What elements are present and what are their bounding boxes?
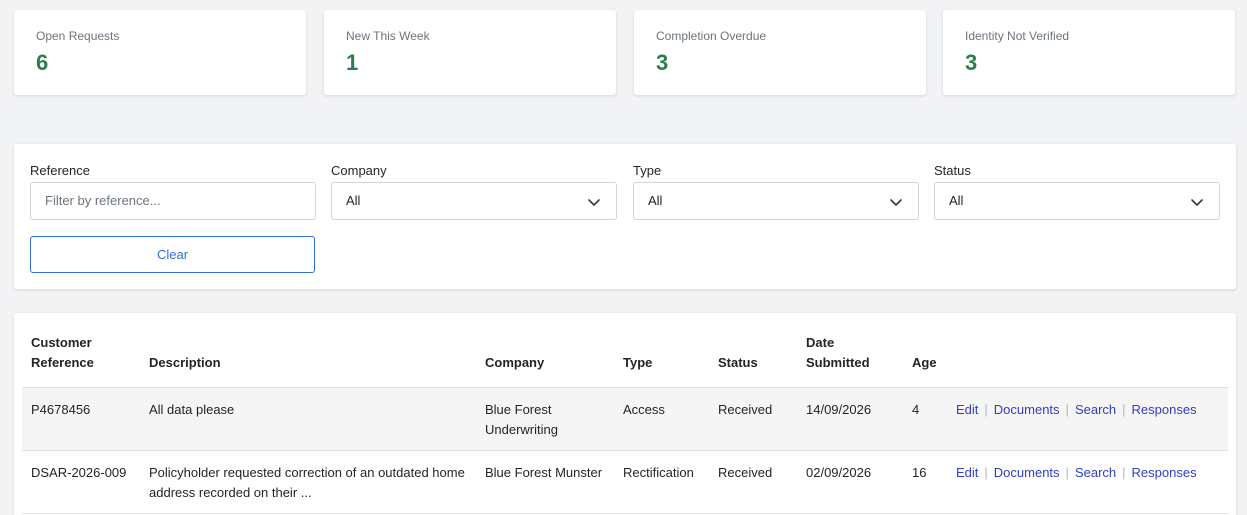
status-filter-value: All bbox=[949, 193, 964, 208]
table-row[interactable]: P4678456 All data please Blue Forest Und… bbox=[22, 387, 1228, 451]
stat-card-open-requests: Open Requests 6 bbox=[14, 10, 306, 95]
action-separator: | bbox=[1065, 465, 1069, 480]
responses-link[interactable]: Responses bbox=[1132, 402, 1197, 417]
cell-actions: Edit | Documents | Search | Responses bbox=[947, 450, 1228, 514]
cell-status: Received bbox=[709, 387, 797, 451]
cell-company: Blue Forest Munster bbox=[476, 450, 614, 514]
type-filter-select[interactable]: All bbox=[633, 182, 919, 220]
action-separator: | bbox=[984, 465, 988, 480]
column-header-age[interactable]: Age bbox=[903, 325, 947, 388]
type-filter-value: All bbox=[648, 193, 663, 208]
column-header-actions bbox=[947, 325, 1228, 388]
stat-card-completion-overdue: Completion Overdue 3 bbox=[634, 10, 926, 95]
cell-status: Received bbox=[709, 450, 797, 514]
status-filter-label: Status bbox=[934, 163, 971, 178]
cell-date-submitted: 14/09/2026 bbox=[797, 387, 903, 451]
chevron-down-icon bbox=[588, 199, 600, 206]
column-header-company[interactable]: Company bbox=[476, 325, 614, 388]
company-filter-label: Company bbox=[331, 163, 387, 178]
stat-label: New This Week bbox=[346, 29, 430, 43]
chevron-down-icon bbox=[890, 199, 902, 206]
edit-link[interactable]: Edit bbox=[956, 402, 978, 417]
requests-table: Customer Reference Description Company Ty… bbox=[22, 325, 1228, 514]
documents-link[interactable]: Documents bbox=[994, 465, 1060, 480]
documents-link[interactable]: Documents bbox=[994, 402, 1060, 417]
cell-description: Policyholder requested correction of an … bbox=[140, 450, 476, 514]
responses-link[interactable]: Responses bbox=[1132, 465, 1197, 480]
stat-value: 6 bbox=[36, 50, 49, 75]
stat-card-new-this-week: New This Week 1 bbox=[324, 10, 616, 95]
cell-reference: DSAR-2026-009 bbox=[22, 450, 140, 514]
stat-label: Identity Not Verified bbox=[965, 29, 1070, 43]
column-header-status[interactable]: Status bbox=[709, 325, 797, 388]
stat-value: 1 bbox=[346, 50, 359, 75]
company-filter-value: All bbox=[346, 193, 361, 208]
action-separator: | bbox=[1122, 402, 1126, 417]
reference-filter-label: Reference bbox=[30, 163, 90, 178]
stat-label: Open Requests bbox=[36, 29, 120, 43]
search-link[interactable]: Search bbox=[1075, 465, 1116, 480]
chevron-down-icon bbox=[1191, 199, 1203, 206]
stat-value: 3 bbox=[965, 50, 978, 75]
cell-type: Access bbox=[614, 387, 709, 451]
stat-card-identity-not-verified: Identity Not Verified 3 bbox=[943, 10, 1235, 95]
column-header-customer-reference[interactable]: Customer Reference bbox=[22, 325, 140, 388]
action-separator: | bbox=[1122, 465, 1126, 480]
cell-type: Rectification bbox=[614, 450, 709, 514]
cell-description: All data please bbox=[140, 387, 476, 451]
reference-filter-input[interactable] bbox=[45, 183, 301, 218]
status-filter-select[interactable]: All bbox=[934, 182, 1220, 220]
action-separator: | bbox=[1065, 402, 1069, 417]
cell-company: Blue Forest Underwriting bbox=[476, 387, 614, 451]
cell-actions: Edit | Documents | Search | Responses bbox=[947, 387, 1228, 451]
cell-reference: P4678456 bbox=[22, 387, 140, 451]
filter-panel: Reference Company All Type All Status Al… bbox=[14, 144, 1236, 289]
edit-link[interactable]: Edit bbox=[956, 465, 978, 480]
company-filter-select[interactable]: All bbox=[331, 182, 617, 220]
column-header-description[interactable]: Description bbox=[140, 325, 476, 388]
table-row[interactable]: DSAR-2026-009 Policyholder requested cor… bbox=[22, 450, 1228, 514]
column-header-type[interactable]: Type bbox=[614, 325, 709, 388]
cell-date-submitted: 02/09/2026 bbox=[797, 450, 903, 514]
column-header-date-submitted[interactable]: Date Submitted bbox=[797, 325, 903, 388]
clear-filters-button[interactable]: Clear bbox=[30, 236, 315, 273]
action-separator: | bbox=[984, 402, 988, 417]
cell-age: 4 bbox=[903, 387, 947, 451]
stat-label: Completion Overdue bbox=[656, 29, 767, 43]
search-link[interactable]: Search bbox=[1075, 402, 1116, 417]
stat-value: 3 bbox=[656, 50, 669, 75]
reference-filter-box bbox=[30, 182, 316, 220]
type-filter-label: Type bbox=[633, 163, 662, 178]
requests-table-card: Customer Reference Description Company Ty… bbox=[14, 313, 1236, 515]
cell-age: 16 bbox=[903, 450, 947, 514]
table-header-row: Customer Reference Description Company Ty… bbox=[22, 325, 1228, 388]
